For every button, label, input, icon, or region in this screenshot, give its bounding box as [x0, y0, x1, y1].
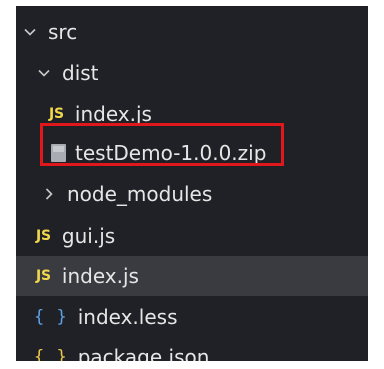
js-file-icon: JS	[49, 106, 64, 122]
tree-item-label: src	[48, 20, 78, 44]
tree-item-package-json[interactable]: { } package.json	[16, 337, 368, 361]
braces-file-icon: { }	[34, 347, 68, 361]
chevron-down-icon	[36, 65, 52, 81]
chevron-down-icon	[22, 24, 38, 40]
js-file-icon: JS	[36, 228, 51, 244]
tree-item-dist-index-js[interactable]: JS index.js	[16, 94, 368, 134]
tree-item-src-folder[interactable]: src	[16, 12, 368, 52]
tree-item-label: node_modules	[67, 182, 213, 206]
file-explorer-panel: src dist JS index.js testDemo-1.0.0.zip …	[16, 6, 368, 361]
tree-item-label: testDemo-1.0.0.zip	[75, 141, 267, 165]
tree-item-label: index.less	[77, 305, 178, 329]
tree-item-node-modules-folder[interactable]: node_modules	[16, 174, 368, 214]
tree-item-label: index.js	[74, 102, 152, 126]
tree-item-label: index.js	[61, 264, 139, 288]
tree-item-dist-folder[interactable]: dist	[16, 53, 368, 93]
tree-item-index-less[interactable]: { } index.less	[16, 297, 368, 337]
tree-item-label: dist	[62, 61, 99, 85]
chevron-right-icon	[41, 186, 57, 202]
tree-item-testdemo-zip[interactable]: testDemo-1.0.0.zip	[16, 133, 368, 173]
js-file-icon: JS	[36, 268, 51, 284]
tree-item-label: gui.js	[61, 224, 116, 248]
braces-file-icon: { }	[34, 307, 68, 327]
zip-file-icon	[51, 144, 66, 162]
tree-item-gui-js[interactable]: JS gui.js	[16, 216, 368, 256]
tree-item-index-js-selected[interactable]: JS index.js	[16, 256, 368, 296]
tree-item-label: package.json	[77, 345, 210, 361]
